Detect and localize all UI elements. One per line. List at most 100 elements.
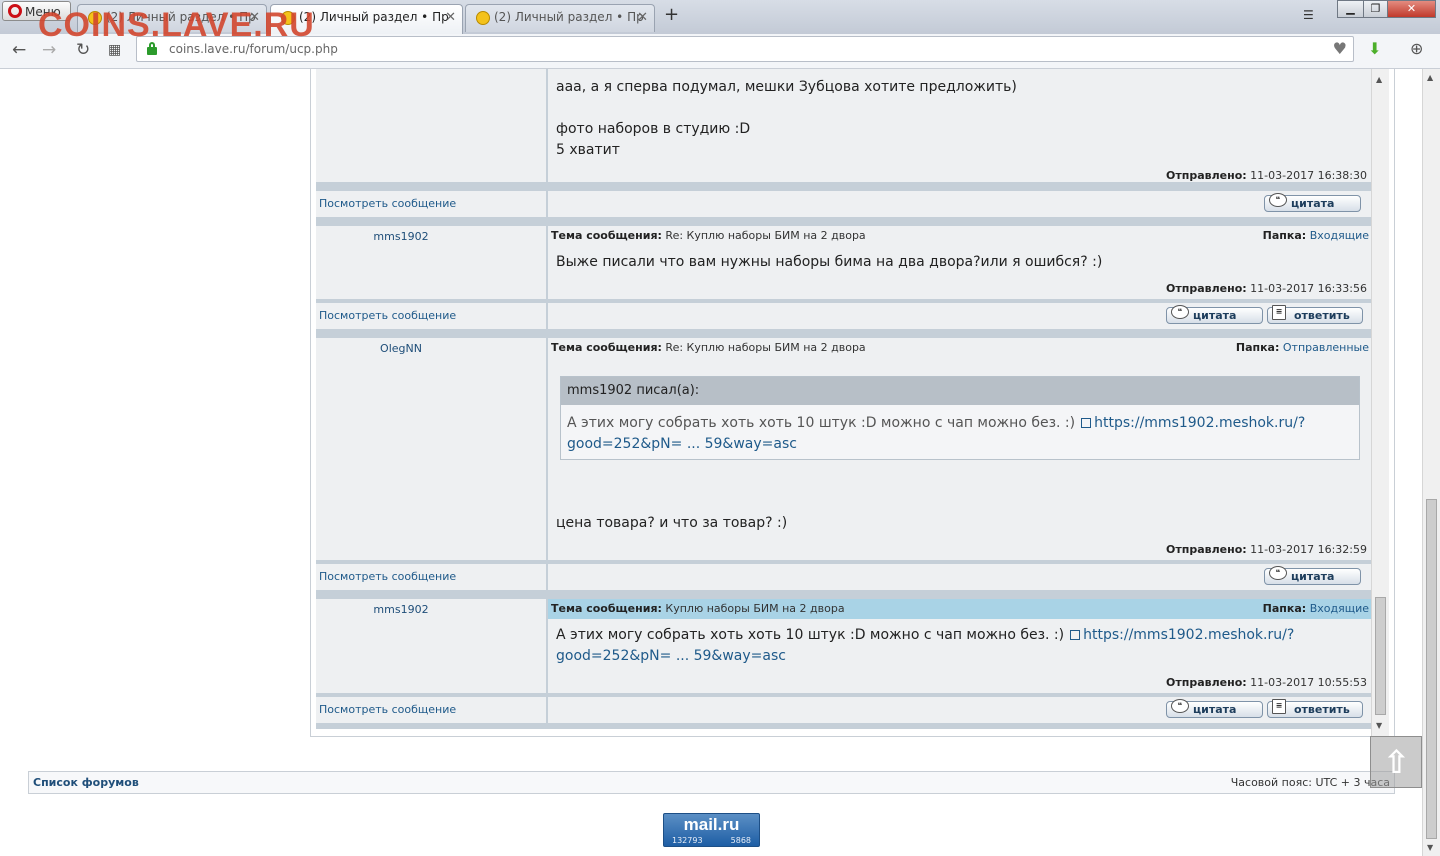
message-text: Выже писали что вам нужны наборы бима на… <box>556 254 1103 270</box>
folder-link[interactable]: Входящие <box>1310 229 1369 242</box>
download-arrow-icon[interactable]: ⬇ <box>1368 39 1381 58</box>
pm-scrollbar[interactable]: ▲ ▼ <box>1371 69 1389 737</box>
quote-button-label: цитата <box>1291 197 1335 210</box>
author-link[interactable]: mms1902 <box>316 230 486 243</box>
scroll-to-top-button[interactable]: ⇧ <box>1370 736 1422 788</box>
subject-bar-highlighted: Тема сообщения: Куплю наборы БИМ на 2 дв… <box>548 599 1373 619</box>
tab-title: (2) Личный раздел • Проф <box>299 10 449 24</box>
message-line: 5 хватит <box>556 142 620 158</box>
scroll-up-icon[interactable]: ▲ <box>1427 73 1433 82</box>
subject-bar: Тема сообщения: Re: Куплю наборы БИМ на … <box>548 338 1373 358</box>
folder-link[interactable]: Отправленные <box>1283 341 1369 354</box>
author-cell: mms1902 <box>316 226 547 299</box>
message-row: mms1902 Тема сообщения: Re: Куплю наборы… <box>316 226 1373 299</box>
sent-time: 11-03-2017 16:38:30 <box>1250 169 1367 182</box>
tab-favicon-icon <box>476 11 490 25</box>
forum-navbar: Список форумов Часовой пояс: UTC + 3 час… <box>28 771 1395 794</box>
quote-link[interactable]: https://mms1902.meshok.ru/? <box>1094 415 1305 431</box>
new-tab-button[interactable]: + <box>664 4 679 25</box>
quote-bubble-icon: ❝ <box>1171 699 1189 713</box>
quote-button[interactable]: ❝ цитата <box>1166 699 1263 718</box>
message-row: OlegNN Тема сообщения: Re: Куплю наборы … <box>316 338 1373 560</box>
footer-right: ❝ цитата ≡ ответить <box>548 697 1373 723</box>
quote-button[interactable]: ❝ цитата <box>1166 305 1263 324</box>
scroll-up-icon[interactable]: ▲ <box>1376 75 1382 84</box>
maximize-button[interactable]: ❐ <box>1363 0 1388 18</box>
message-footer: Посмотреть сообщение ❝ цитата <box>316 191 1373 217</box>
message-row: mms1902 Тема сообщения: Куплю наборы БИМ… <box>316 599 1373 693</box>
folder-link[interactable]: Входящие <box>1310 602 1369 615</box>
author-cell: mms1902 <box>316 599 547 693</box>
address-bar[interactable]: coins.lave.ru/forum/ucp.php ♥ <box>136 36 1354 62</box>
view-message-link[interactable]: Посмотреть сообщение <box>319 309 456 322</box>
quote-button[interactable]: ❝ цитата <box>1264 193 1361 212</box>
footer-right: ❝ цитата ≡ ответить <box>548 303 1373 329</box>
message-body: Тема сообщения: Re: Куплю наборы БИМ на … <box>548 226 1373 299</box>
subject-text: Re: Куплю наборы БИМ на 2 двора <box>665 341 866 354</box>
browser-tab-3[interactable]: (2) Личный раздел • Проф ✕ <box>465 4 655 32</box>
tab-close-icon[interactable]: ✕ <box>445 5 456 30</box>
sent-info: Отправлено: 11-03-2017 16:38:30 <box>1166 169 1367 182</box>
quote-link-continued[interactable]: good=252&pN= ... 59&way=asc <box>567 436 797 452</box>
folder-label: Папка: <box>1262 602 1307 615</box>
sent-time: 11-03-2017 10:55:53 <box>1250 676 1367 689</box>
message-body: Тема сообщения: Re: Куплю наборы БИМ на … <box>548 338 1373 560</box>
quote-text: А этих могу собрать хоть хоть 10 штук :D… <box>567 413 1347 455</box>
subject-label: Тема сообщения: <box>551 341 662 354</box>
tab-close-icon[interactable]: ✕ <box>637 5 648 30</box>
author-link[interactable]: OlegNN <box>316 342 486 355</box>
quote-button[interactable]: ❝ цитата <box>1264 566 1361 585</box>
message-link-continued[interactable]: good=252&pN= ... 59&way=asc <box>556 648 786 664</box>
forum-list-link[interactable]: Список форумов <box>33 772 139 793</box>
sent-info: Отправлено: 11-03-2017 10:55:53 <box>1166 676 1367 689</box>
counter-brand: mail.ru <box>683 815 740 834</box>
message-body-text: А этих могу собрать хоть хоть 10 штук :D… <box>556 627 1065 643</box>
view-message-link[interactable]: Посмотреть сообщение <box>319 570 456 583</box>
quote-button-label: цитата <box>1193 703 1237 716</box>
message-row: ааа, а я сперва подумал, мешки Зубцова х… <box>316 69 1373 182</box>
downloads-icon[interactable]: ⊕ <box>1410 39 1423 58</box>
bookmark-heart-icon[interactable]: ♥ <box>1333 37 1347 61</box>
message-body: Тема сообщения: Куплю наборы БИМ на 2 дв… <box>548 599 1373 693</box>
minimize-button[interactable]: ▁ <box>1337 0 1364 18</box>
scroll-down-icon[interactable]: ▼ <box>1376 721 1382 730</box>
subject-label: Тема сообщения: <box>551 602 662 615</box>
mailru-counter[interactable]: mail.ru 132793 5868 <box>663 813 760 847</box>
reply-button[interactable]: ≡ ответить <box>1267 699 1363 718</box>
folder-label: Папка: <box>1262 229 1307 242</box>
sent-time: 11-03-2017 16:33:56 <box>1250 282 1367 295</box>
pm-panel: ааа, а я сперва подумал, мешки Зубцова х… <box>310 69 1395 737</box>
page-scroll-thumb[interactable] <box>1426 499 1437 839</box>
pm-scroll-thumb[interactable] <box>1375 597 1386 715</box>
sent-label: Отправлено: <box>1166 543 1247 556</box>
footer-left: Посмотреть сообщение <box>316 697 547 723</box>
close-window-button[interactable]: ✕ <box>1387 0 1436 18</box>
message-line: ааа, а я сперва подумал, мешки Зубцова х… <box>556 79 1017 95</box>
message-body: ааа, а я сперва подумал, мешки Зубцова х… <box>548 69 1373 182</box>
quote-bubble-icon: ❝ <box>1171 305 1189 319</box>
counter-hits: 132793 <box>672 836 703 845</box>
page-scrollbar[interactable]: ▲ ▼ <box>1422 69 1440 856</box>
reply-document-icon: ≡ <box>1272 305 1286 320</box>
view-message-link[interactable]: Посмотреть сообщение <box>319 703 456 716</box>
view-message-link[interactable]: Посмотреть сообщение <box>319 197 456 210</box>
reply-button-label: ответить <box>1294 703 1350 716</box>
author-link[interactable]: mms1902 <box>316 603 486 616</box>
quote-block: mms1902 писал(а): А этих могу собрать хо… <box>560 376 1360 460</box>
reply-button-label: ответить <box>1294 309 1350 322</box>
scroll-down-icon[interactable]: ▼ <box>1427 843 1433 852</box>
quote-button-label: цитата <box>1193 309 1237 322</box>
message-link[interactable]: https://mms1902.meshok.ru/? <box>1083 627 1294 643</box>
back-icon[interactable]: ← <box>12 40 26 60</box>
message-text: цена товара? и что за товар? :) <box>556 515 788 531</box>
subject-label: Тема сообщения: <box>551 229 662 242</box>
message-footer: Посмотреть сообщение ❝ цитата <box>316 564 1373 590</box>
reply-button[interactable]: ≡ ответить <box>1267 305 1363 324</box>
tab-menu-icon[interactable]: ☰ <box>1303 8 1314 22</box>
reply-document-icon: ≡ <box>1272 699 1286 714</box>
message-text: ааа, а я сперва подумал, мешки Зубцова х… <box>556 77 1017 161</box>
quote-body-text: А этих могу собрать хоть хоть 10 штук :D… <box>567 415 1076 431</box>
message-footer: Посмотреть сообщение ❝ цитата ≡ ответить <box>316 303 1373 329</box>
quote-button-label: цитата <box>1291 570 1335 583</box>
